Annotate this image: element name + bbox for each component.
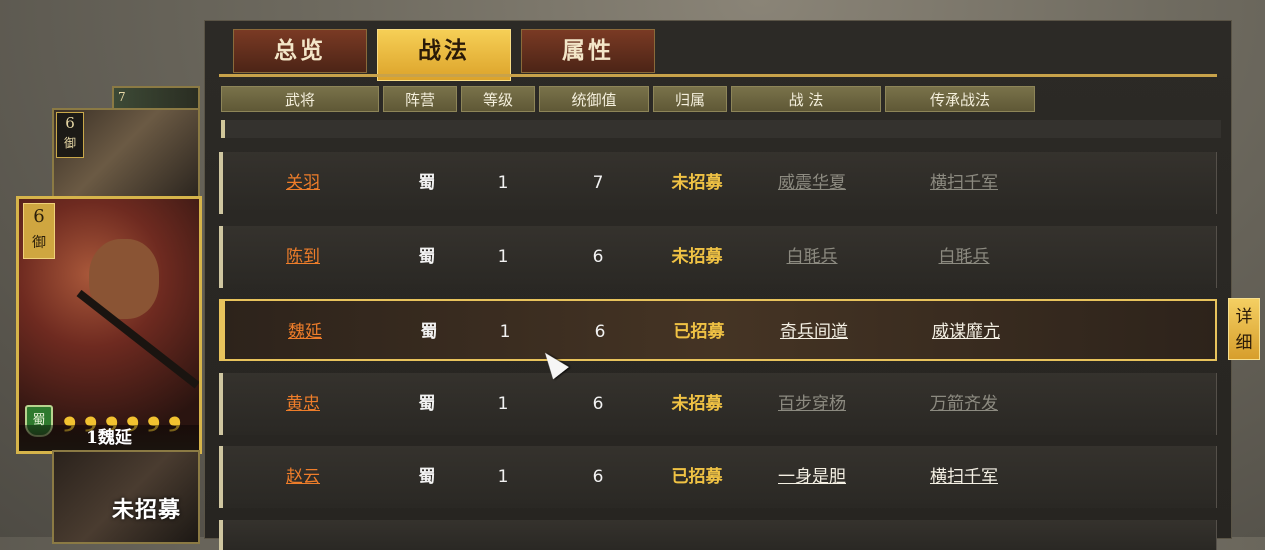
general-command: 6 xyxy=(592,247,604,267)
general-inherit-skill[interactable]: 横扫千军 xyxy=(889,152,1039,214)
general-name[interactable]: 陈到 xyxy=(253,226,353,288)
header-general[interactable]: 武将 xyxy=(221,86,379,112)
table-row-selected[interactable]: 魏延 蜀 1 6 已招募 奇兵间道 威谋靡亢 xyxy=(219,299,1217,361)
table-row-partial[interactable] xyxy=(219,520,1217,550)
header-owner[interactable]: 归属 xyxy=(653,86,727,112)
general-camp: 蜀 xyxy=(418,247,436,267)
list-top-bar xyxy=(221,120,1221,138)
general-inherit-skill[interactable]: 白毦兵 xyxy=(889,226,1039,288)
general-name[interactable]: 魏延 xyxy=(255,301,355,363)
hero-card-selected[interactable]: 6 御 蜀 ❟ ❟ ❟ ❟ ❟ ❟ 1魏延 xyxy=(16,196,202,454)
general-skill[interactable]: 白毦兵 xyxy=(737,226,887,288)
general-command: 7 xyxy=(592,173,604,193)
general-level: 1 xyxy=(497,247,509,267)
tiny-card-level: 7 xyxy=(118,90,126,104)
table-row[interactable]: 关羽 蜀 1 7 未招募 威震华夏 横扫千军 xyxy=(219,152,1217,214)
general-name[interactable]: 黄忠 xyxy=(253,373,353,435)
small-card-level: 6 xyxy=(65,114,75,132)
unrecruited-label: 未招募 xyxy=(112,497,182,523)
table-row[interactable]: 黄忠 蜀 1 6 未招募 百步穿杨 万箭齐发 xyxy=(219,373,1217,435)
small-card-type: 御 xyxy=(63,136,76,150)
header-camp[interactable]: 阵营 xyxy=(383,86,457,112)
table-row[interactable]: 赵云 蜀 1 6 已招募 一身是胆 横扫千军 xyxy=(219,446,1217,508)
general-skill[interactable]: 奇兵间道 xyxy=(739,301,889,363)
general-camp: 蜀 xyxy=(420,322,438,342)
general-skill[interactable]: 一身是胆 xyxy=(737,446,887,508)
general-skill[interactable]: 威震华夏 xyxy=(737,152,887,214)
main-card-level: 6 xyxy=(33,206,45,227)
general-inherit-skill[interactable]: 万箭齐发 xyxy=(889,373,1039,435)
small-card-level-badge: 6 御 xyxy=(56,112,84,158)
general-owner: 未招募 xyxy=(671,173,723,193)
tab-attributes[interactable]: 属性 xyxy=(521,29,655,73)
hero-card-small[interactable]: 6 御 xyxy=(52,108,200,202)
general-owner: 已招募 xyxy=(673,322,725,342)
general-owner: 未招募 xyxy=(671,247,723,267)
tab-overview[interactable]: 总览 xyxy=(233,29,367,73)
general-inherit-skill[interactable]: 横扫千军 xyxy=(889,446,1039,508)
hero-card-bottom[interactable]: 未招募 xyxy=(52,450,200,544)
general-name[interactable]: 关羽 xyxy=(253,152,353,214)
main-card-level-badge: 6 御 xyxy=(23,203,55,259)
tab-divider xyxy=(219,74,1217,77)
detail-button[interactable]: 详细 xyxy=(1228,298,1260,360)
generals-panel: 总览 战法 属性 武将 阵营 等级 统御值 归属 战 法 传承战法 关羽 蜀 1… xyxy=(204,20,1232,550)
header-skill[interactable]: 战 法 xyxy=(731,86,881,112)
general-camp: 蜀 xyxy=(418,467,436,487)
general-level: 1 xyxy=(497,394,509,414)
general-level: 1 xyxy=(499,322,511,342)
general-level: 1 xyxy=(497,173,509,193)
general-command: 6 xyxy=(592,394,604,414)
general-skill[interactable]: 百步穿杨 xyxy=(737,373,887,435)
general-owner: 未招募 xyxy=(671,394,723,414)
header-inherit-skill[interactable]: 传承战法 xyxy=(885,86,1035,112)
table-row[interactable]: 陈到 蜀 1 6 未招募 白毦兵 白毦兵 xyxy=(219,226,1217,288)
general-command: 6 xyxy=(592,467,604,487)
header-level[interactable]: 等级 xyxy=(461,86,535,112)
general-name[interactable]: 赵云 xyxy=(253,446,353,508)
general-command: 6 xyxy=(594,322,606,342)
header-command[interactable]: 统御值 xyxy=(539,86,649,112)
hero-card-name: 1魏延 xyxy=(19,425,199,451)
general-camp: 蜀 xyxy=(418,173,436,193)
general-inherit-skill[interactable]: 威谋靡亢 xyxy=(891,301,1041,363)
general-owner: 已招募 xyxy=(671,467,723,487)
general-level: 1 xyxy=(497,467,509,487)
general-camp: 蜀 xyxy=(418,394,436,414)
main-card-type: 御 xyxy=(32,235,46,251)
